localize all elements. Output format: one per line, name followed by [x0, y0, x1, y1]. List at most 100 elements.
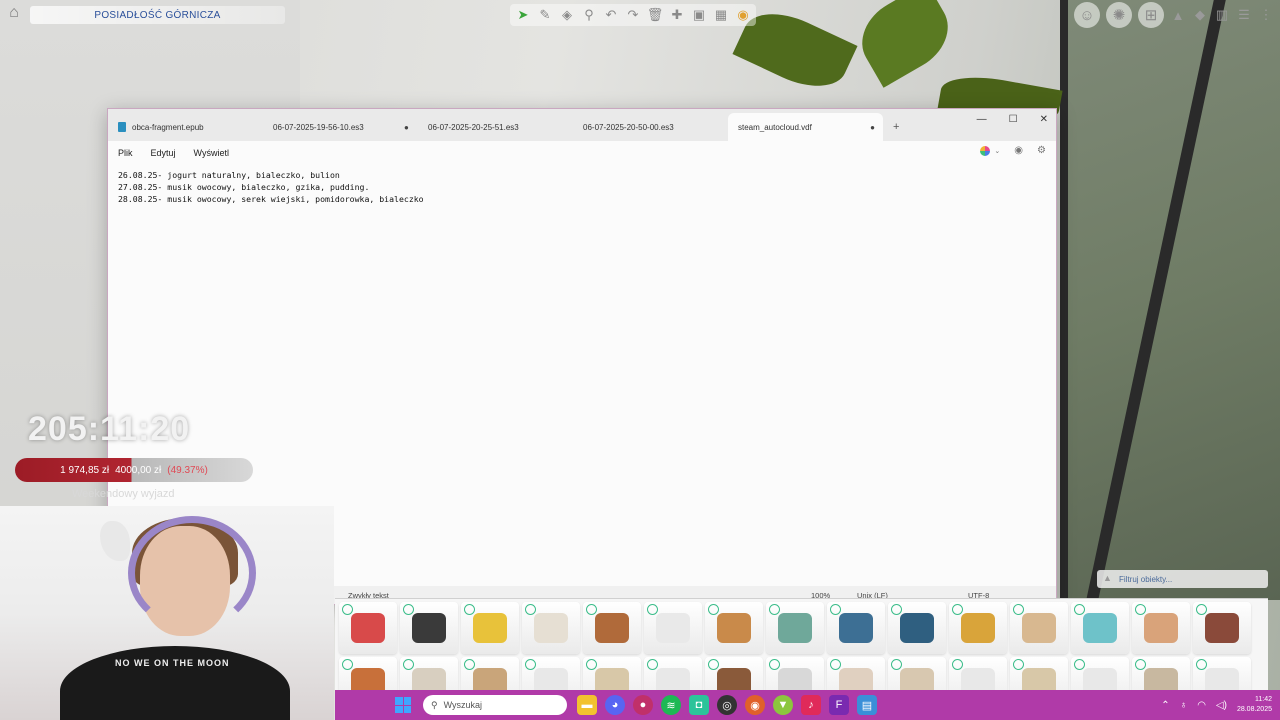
minimize-button[interactable]: —: [977, 114, 987, 125]
chevron-down-icon[interactable]: ⌄: [994, 147, 1000, 155]
catalog-item[interactable]: [583, 602, 641, 654]
catalog-item[interactable]: [1132, 602, 1190, 654]
catalog-item[interactable]: [1132, 657, 1190, 690]
catalog-item[interactable]: [888, 602, 946, 654]
chevron-up-icon[interactable]: ⌃: [1161, 700, 1169, 711]
catalog-item[interactable]: [1010, 657, 1068, 690]
browser-icon[interactable]: ◉: [745, 695, 765, 715]
pack-badge-icon: [403, 659, 414, 670]
obs-icon[interactable]: ◎: [717, 695, 737, 715]
delete-icon[interactable]: 🗑: [646, 6, 664, 24]
move-icon[interactable]: ✚: [668, 6, 686, 24]
magnifier-icon[interactable]: ⚲: [580, 6, 598, 24]
tiktok-icon[interactable]: ♪: [801, 695, 821, 715]
figma-app-icon[interactable]: F: [829, 695, 849, 715]
tab-file[interactable]: 06-07-2025-19-56-10.es3: [263, 113, 418, 141]
catalog-item[interactable]: [705, 602, 763, 654]
catalog-item[interactable]: [1010, 602, 1068, 654]
furniture-thumbnail: [534, 668, 568, 690]
catalog-item[interactable]: [888, 657, 946, 690]
app-icon[interactable]: ●: [633, 695, 653, 715]
account-icon[interactable]: ◉: [1014, 145, 1023, 156]
catalog-item[interactable]: [827, 657, 885, 690]
streaming-app-icon[interactable]: ◘: [689, 695, 709, 715]
wifi-icon[interactable]: ◠: [1197, 700, 1206, 711]
furniture-thumbnail: [351, 668, 385, 690]
chevron-up-icon[interactable]: ▲: [1103, 573, 1112, 583]
design-tool-icon[interactable]: ◈: [558, 6, 576, 24]
catalog-item[interactable]: [766, 657, 824, 690]
catalog-item[interactable]: [949, 657, 1007, 690]
catalog-item[interactable]: [522, 657, 580, 690]
catalog-item[interactable]: [705, 657, 763, 690]
filter-objects-input[interactable]: ▲ Filtruj obiekty...: [1097, 570, 1268, 588]
menu-file[interactable]: Plik: [118, 148, 133, 158]
close-button[interactable]: ✕: [1040, 114, 1048, 125]
tab-file-active[interactable]: steam_autocloud.vdf ●: [728, 113, 883, 141]
menu-edit[interactable]: Edytuj: [151, 148, 176, 158]
pack-badge-icon: [1135, 659, 1146, 670]
catalog-item[interactable]: [583, 657, 641, 690]
cube-icon[interactable]: ◆: [1192, 4, 1208, 26]
notepad-taskbar-icon[interactable]: ▤: [857, 695, 877, 715]
eyedropper-icon[interactable]: ✎: [536, 6, 554, 24]
tab-file[interactable]: 06-07-2025-20-50-00.es3: [573, 113, 728, 141]
unsaved-dot[interactable]: ●: [870, 123, 875, 132]
catalog-item[interactable]: [1071, 602, 1129, 654]
catalog-item[interactable]: [1193, 602, 1251, 654]
furniture-thumbnail: [534, 613, 568, 643]
furniture-thumbnail: [473, 668, 507, 690]
pack-badge-icon: [1074, 659, 1085, 670]
home-icon[interactable]: ⌂: [4, 4, 24, 24]
taskbar-search[interactable]: ⚲ Wyszukaj: [423, 695, 567, 715]
catalog-item[interactable]: [400, 602, 458, 654]
clock[interactable]: 11:42 28.08.2025: [1237, 695, 1272, 715]
furniture-thumbnail: [1144, 668, 1178, 690]
catalog-item[interactable]: [339, 657, 397, 690]
undo-icon[interactable]: ↶: [602, 6, 620, 24]
tab-file[interactable]: obca-fragment.epub: [108, 113, 263, 141]
redo-icon[interactable]: ↷: [624, 6, 642, 24]
vpn-icon[interactable]: ▼: [773, 695, 793, 715]
floor-up-icon[interactable]: ▲: [1170, 4, 1186, 26]
cart-icon[interactable]: ⊞: [1138, 2, 1164, 28]
catalog-item[interactable]: [949, 602, 1007, 654]
select-tool-icon[interactable]: ➤: [514, 6, 532, 24]
discord-icon[interactable]: ◕: [605, 695, 625, 715]
catalog-item[interactable]: [461, 602, 519, 654]
donation-goal: 4000,00 zł: [115, 464, 162, 476]
catalog-item[interactable]: [1193, 657, 1251, 690]
maximize-button[interactable]: ☐: [1009, 114, 1018, 125]
new-tab-button[interactable]: +: [883, 113, 909, 141]
microphone-icon[interactable]: ♁: [1180, 700, 1188, 711]
household-icon[interactable]: ☺: [1074, 2, 1100, 28]
more-icon[interactable]: ⋮: [1258, 4, 1274, 26]
lightbulb-icon[interactable]: ✺: [1106, 2, 1132, 28]
camera-icon[interactable]: ▣: [690, 6, 708, 24]
walls-icon[interactable]: ▥: [1214, 4, 1230, 26]
spotify-icon[interactable]: ≋: [661, 695, 681, 715]
volume-icon[interactable]: ◁): [1216, 700, 1227, 711]
catalog-item[interactable]: [644, 657, 702, 690]
windows-start-icon[interactable]: [395, 697, 411, 713]
catalog-item[interactable]: [400, 657, 458, 690]
settings-icon[interactable]: ⚙: [1037, 145, 1046, 156]
furniture-thumbnail: [351, 613, 385, 643]
tab-file[interactable]: 06-07-2025-20-25-51.es3 ●: [404, 113, 573, 141]
catalog-item[interactable]: [827, 602, 885, 654]
catalog-item[interactable]: [644, 602, 702, 654]
catalog-item[interactable]: [766, 602, 824, 654]
file-explorer-icon[interactable]: ▬: [577, 695, 597, 715]
menu-view[interactable]: Wyświetl: [194, 148, 229, 158]
gallery-icon[interactable]: ▦: [712, 6, 730, 24]
catalog-item[interactable]: [1071, 657, 1129, 690]
menu-icon[interactable]: ☰: [1236, 4, 1252, 26]
catalog-item[interactable]: [339, 602, 397, 654]
furniture-thumbnail: [778, 668, 812, 690]
text-line: 26.08.25- jogurt naturalny, bialeczko, b…: [118, 170, 340, 180]
catalog-item[interactable]: [522, 602, 580, 654]
copilot-icon[interactable]: [980, 145, 991, 156]
eye-icon[interactable]: ◉: [734, 6, 752, 24]
catalog-item[interactable]: [461, 657, 519, 690]
tab-label: 06-07-2025-20-50-00.es3: [583, 122, 674, 132]
